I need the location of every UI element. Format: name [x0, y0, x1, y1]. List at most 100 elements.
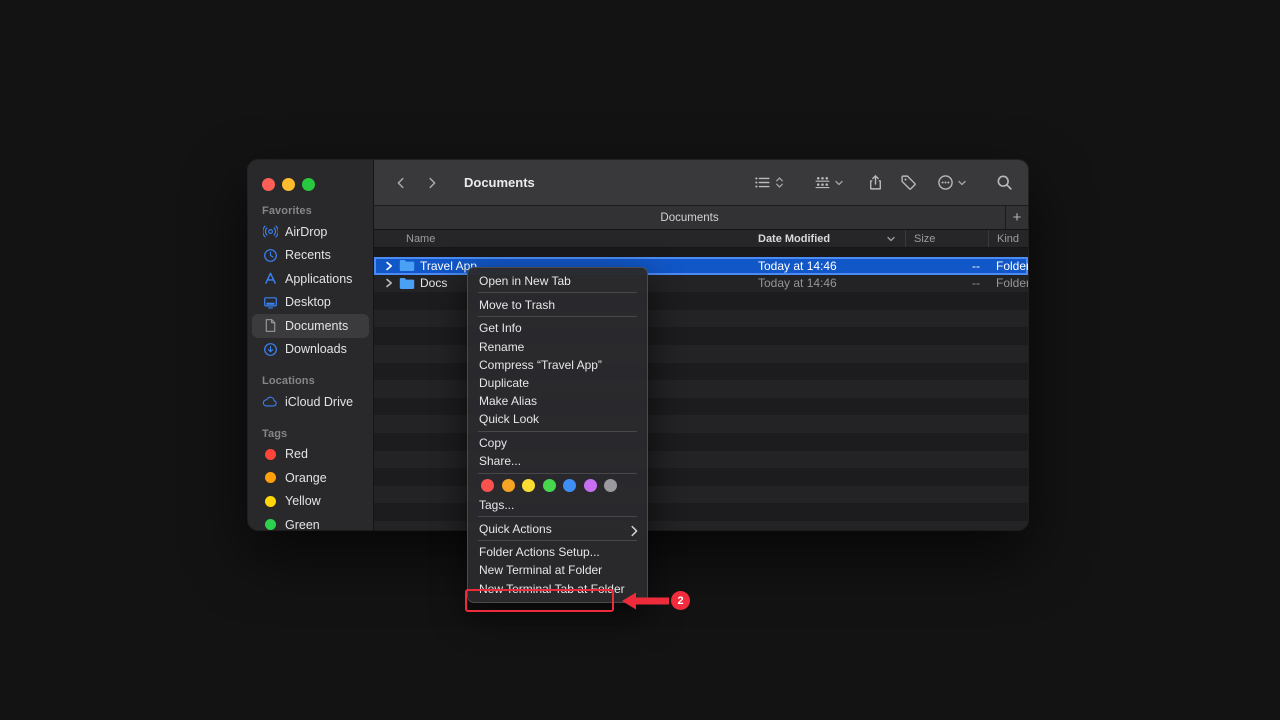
menu-item-label: Quick Actions — [479, 520, 627, 538]
sidebar-section-label: Tags — [262, 428, 373, 440]
tag-color-dot-icon[interactable] — [543, 479, 556, 492]
tag-color-dot-icon[interactable] — [584, 479, 597, 492]
close-window-button[interactable] — [262, 178, 275, 191]
menu-item-new-terminal-tab-at-folder[interactable]: New Terminal Tab at Folder — [468, 580, 647, 598]
tag-color-dot-icon[interactable] — [481, 479, 494, 492]
column-header-date-modified[interactable]: Date Modified — [758, 230, 905, 247]
toolbar-group — [935, 173, 968, 193]
orange-tag-dot-icon — [265, 472, 276, 483]
sidebar-item-label: Green — [285, 518, 320, 530]
chevron-left-icon — [394, 176, 408, 190]
sidebar-item-label: Applications — [285, 272, 352, 286]
downloads-icon — [262, 341, 278, 357]
tag-color-dot-icon[interactable] — [563, 479, 576, 492]
more-circle-button[interactable] — [935, 173, 955, 193]
menu-item-label: Quick Look — [479, 410, 636, 428]
size-cell: -- — [905, 259, 988, 273]
column-header-name[interactable]: Name — [374, 230, 758, 247]
chevron-down-button[interactable] — [957, 177, 968, 188]
date-modified-cell: Today at 14:46 — [758, 276, 905, 290]
forward-button[interactable] — [421, 172, 443, 194]
menu-item-quick-look[interactable]: Quick Look — [468, 410, 647, 428]
share-icon — [867, 174, 884, 191]
menu-item-label: Folder Actions Setup... — [479, 543, 636, 561]
menu-divider — [478, 540, 637, 541]
menu-item-label: Tags... — [479, 496, 636, 514]
sidebar-item-red[interactable]: Red — [252, 443, 369, 467]
menu-item-move-to-trash[interactable]: Move to Trash — [468, 296, 647, 314]
group-view-button[interactable] — [812, 173, 832, 193]
updown-chevrons-icon — [774, 175, 785, 190]
sidebar-item-downloads[interactable]: Downloads — [252, 338, 369, 362]
sidebar-item-label: Documents — [285, 319, 348, 333]
menu-item-label: Get Info — [479, 319, 636, 337]
menu-item-quick-actions[interactable]: Quick Actions — [468, 520, 647, 538]
menu-item-label: Open in New Tab — [479, 272, 636, 290]
tab-bar: Documents + — [374, 205, 1028, 230]
sidebar-item-green[interactable]: Green — [252, 513, 369, 530]
sidebar-item-label: Downloads — [285, 342, 347, 356]
zoom-window-button[interactable] — [302, 178, 315, 191]
sidebar-item-orange[interactable]: Orange — [252, 466, 369, 490]
chevron-down-button[interactable] — [834, 177, 845, 188]
list-view-button[interactable] — [752, 173, 772, 193]
more-circle-icon — [937, 174, 954, 191]
menu-divider — [478, 473, 637, 474]
menu-item-duplicate[interactable]: Duplicate — [468, 374, 647, 392]
chevron-down-icon — [834, 178, 844, 188]
desktop-icon — [262, 294, 278, 310]
date-modified-cell: Today at 14:46 — [758, 259, 905, 273]
chevron-down-icon — [957, 178, 967, 188]
column-header-size[interactable]: Size — [905, 230, 988, 247]
yellow-tag-dot-icon — [265, 496, 276, 507]
sidebar-item-yellow[interactable]: Yellow — [252, 490, 369, 514]
sidebar-section-label: Locations — [262, 375, 373, 387]
sidebar-item-recents[interactable]: Recents — [252, 244, 369, 268]
menu-item-make-alias[interactable]: Make Alias — [468, 392, 647, 410]
menu-item-new-terminal-at-folder[interactable]: New Terminal at Folder — [468, 561, 647, 579]
disclosure-icon — [385, 278, 394, 288]
search-button[interactable] — [994, 173, 1014, 193]
menu-item-compress-travel-app[interactable]: Compress “Travel App” — [468, 356, 647, 374]
tag-color-dot-icon[interactable] — [502, 479, 515, 492]
toolbar: Documents — [374, 160, 1028, 205]
menu-item-label: Copy — [479, 434, 636, 452]
sidebar-item-label: iCloud Drive — [285, 395, 353, 409]
tag-button[interactable] — [898, 173, 918, 193]
sidebar-item-label: Red — [285, 447, 308, 461]
back-button[interactable] — [390, 172, 412, 194]
sidebar-item-label: Yellow — [285, 494, 321, 508]
column-header-kind[interactable]: Kind — [988, 230, 1028, 247]
sidebar-item-applications[interactable]: Applications — [252, 267, 369, 291]
sidebar-item-icloud-drive[interactable]: iCloud Drive — [252, 390, 369, 414]
menu-item-folder-actions-setup[interactable]: Folder Actions Setup... — [468, 543, 647, 561]
menu-item-share[interactable]: Share... — [468, 452, 647, 470]
sidebar-item-desktop[interactable]: Desktop — [252, 291, 369, 315]
share-button[interactable] — [865, 173, 885, 193]
toolbar-group — [812, 173, 845, 193]
kind-cell: Folder — [988, 276, 1028, 290]
sidebar-item-documents[interactable]: Documents — [252, 314, 369, 338]
menu-item-open-in-new-tab[interactable]: Open in New Tab — [468, 272, 647, 290]
green-tag-dot-icon — [265, 519, 276, 530]
airdrop-icon — [262, 224, 278, 240]
menu-item-tags[interactable]: Tags... — [468, 496, 647, 514]
icloud-icon — [262, 394, 278, 410]
menu-item-copy[interactable]: Copy — [468, 434, 647, 452]
minimize-window-button[interactable] — [282, 178, 295, 191]
menu-divider — [478, 292, 637, 293]
sidebar-item-airdrop[interactable]: AirDrop — [252, 220, 369, 244]
new-tab-button[interactable]: + — [1005, 206, 1028, 229]
toolbar-group — [865, 173, 885, 193]
tag-color-dot-icon[interactable] — [522, 479, 535, 492]
tab-documents[interactable]: Documents — [374, 206, 1005, 229]
folder-icon — [399, 259, 415, 272]
annotation-step-badge: 2 — [671, 591, 690, 610]
menu-item-get-info[interactable]: Get Info — [468, 319, 647, 337]
tag-color-dot-icon[interactable] — [604, 479, 617, 492]
list-top-gap — [374, 248, 1028, 257]
menu-item-rename[interactable]: Rename — [468, 338, 647, 356]
toolbar-group — [898, 173, 918, 193]
updown-chevrons-button[interactable] — [774, 177, 785, 188]
size-cell: -- — [905, 276, 988, 290]
